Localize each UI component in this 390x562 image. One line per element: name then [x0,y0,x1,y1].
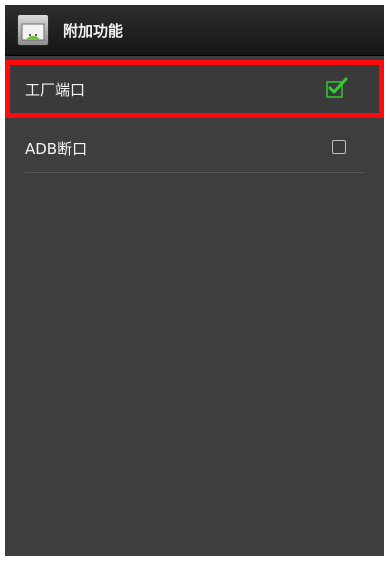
factory-port-row[interactable]: 工厂端口 [5,60,384,118]
factory-port-checkbox[interactable] [326,77,348,99]
list-divider [25,172,365,173]
settings-screen: 附加功能 工厂端口 ADB断口 [5,5,384,556]
adb-port-checkbox[interactable] [332,140,346,154]
adb-port-row[interactable]: ADB断口 [5,119,384,173]
title-bar: 附加功能 [5,5,384,56]
factory-port-label: 工厂端口 [25,81,86,99]
android-app-icon [17,14,49,46]
adb-port-label: ADB断口 [25,140,88,158]
page-title: 附加功能 [63,22,124,40]
